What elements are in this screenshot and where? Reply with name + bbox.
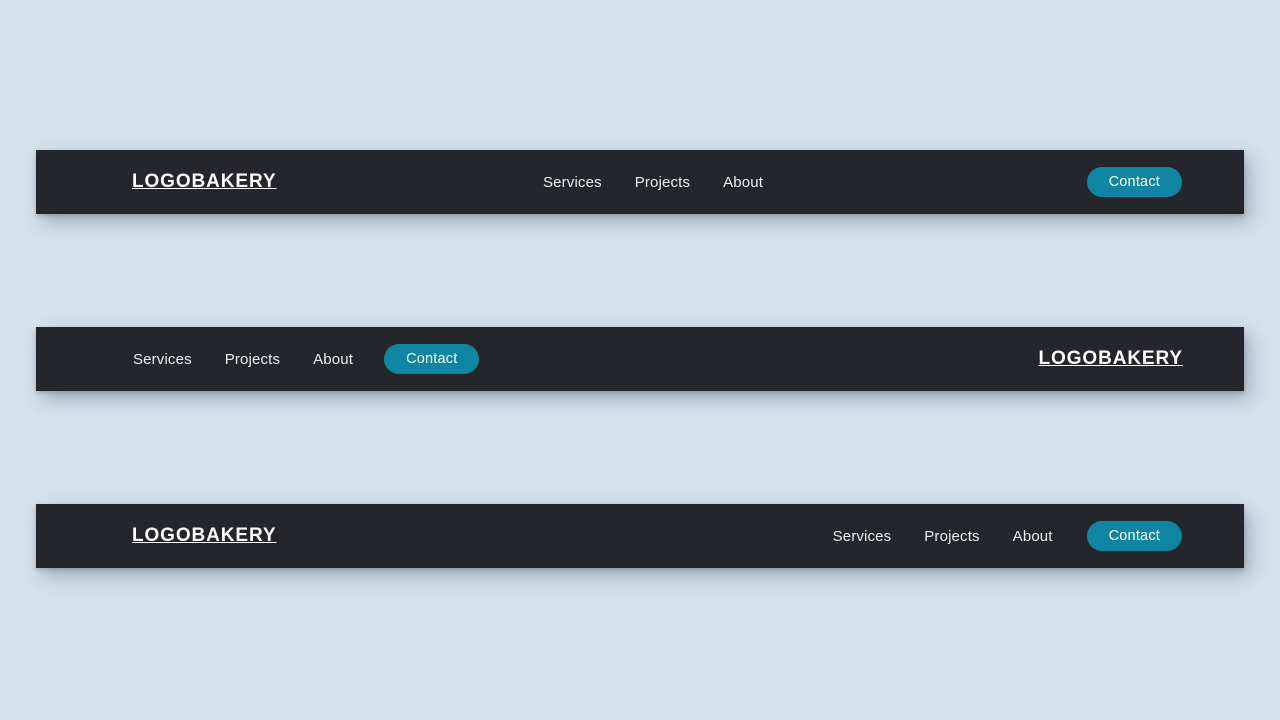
- nav-links-group: Services Projects About Contact: [833, 521, 1182, 551]
- nav-link-services[interactable]: Services: [543, 174, 602, 191]
- nav-link-projects[interactable]: Projects: [225, 351, 280, 368]
- nav-link-projects[interactable]: Projects: [635, 174, 690, 191]
- navbar-variant-3: LOGOBAKERY Services Projects About Conta…: [36, 504, 1244, 568]
- nav-link-services[interactable]: Services: [833, 528, 892, 545]
- nav-links-group: Services Projects About: [543, 174, 763, 191]
- contact-button[interactable]: Contact: [1086, 167, 1182, 197]
- navbar-variant-1: LOGOBAKERY Services Projects About Conta…: [36, 150, 1244, 214]
- nav-links-group: Services Projects About Contact: [133, 344, 480, 374]
- navbar-showcase-canvas: LOGOBAKERY Services Projects About Conta…: [0, 0, 1280, 720]
- contact-button[interactable]: Contact: [1086, 521, 1182, 551]
- contact-button[interactable]: Contact: [384, 344, 480, 374]
- brand-logo[interactable]: LOGOBAKERY: [1039, 348, 1183, 370]
- nav-link-projects[interactable]: Projects: [924, 528, 979, 545]
- brand-logo[interactable]: LOGOBAKERY: [132, 525, 276, 547]
- nav-link-about[interactable]: About: [313, 351, 353, 368]
- navbar-variant-2: Services Projects About Contact LOGOBAKE…: [36, 327, 1244, 391]
- nav-links-list: Services Projects About: [133, 351, 353, 368]
- nav-links-list: Services Projects About: [833, 528, 1053, 545]
- nav-link-services[interactable]: Services: [133, 351, 192, 368]
- nav-link-about[interactable]: About: [723, 174, 763, 191]
- nav-link-about[interactable]: About: [1013, 528, 1053, 545]
- brand-logo[interactable]: LOGOBAKERY: [132, 171, 276, 193]
